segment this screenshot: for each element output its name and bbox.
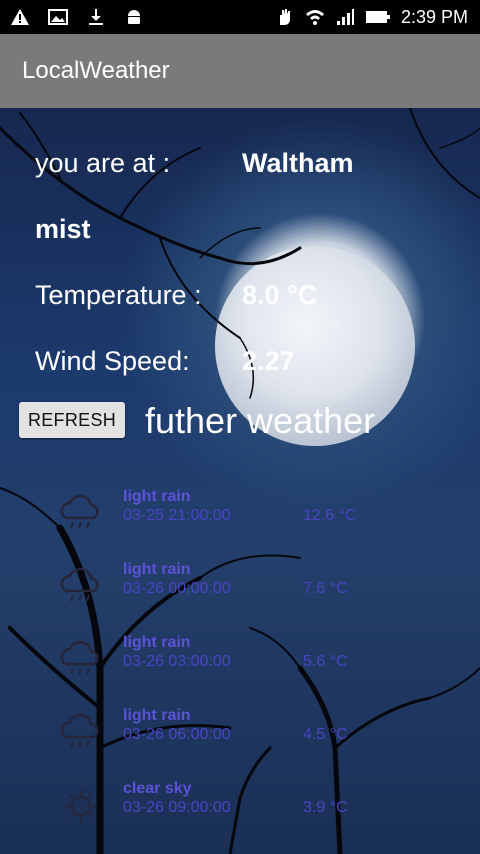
- status-bar: 2:39 PM: [0, 0, 480, 34]
- android-icon: [128, 10, 140, 24]
- location-value: Waltham: [242, 148, 354, 178]
- temperature-label: Temperature :: [35, 280, 202, 310]
- cloud-rain-icon: [60, 640, 99, 675]
- signal-icon: [336, 9, 354, 25]
- wind-speed-value: 2.27: [242, 346, 295, 376]
- temperature-value: 8.0 °C: [242, 280, 318, 310]
- forecast-time: 03-26 03:00:00: [123, 653, 231, 670]
- hand-icon: [279, 9, 290, 25]
- forecast-time: 03-26 09:00:00: [123, 799, 231, 816]
- forecast-time: 03-26 00:00:00: [123, 580, 231, 597]
- forecast-temperature: 12.6 °C: [303, 507, 357, 524]
- forecast-description: light rain: [123, 634, 191, 651]
- further-weather-label: futher weather: [145, 400, 376, 441]
- location-label: you are at :: [35, 148, 171, 178]
- status-time: 2:39 PM: [400, 6, 468, 27]
- forecast-description: light rain: [123, 488, 191, 505]
- forecast-item[interactable]: light rain 03-26 00:00:00 7.6 °C: [0, 561, 480, 631]
- battery-icon: [365, 11, 390, 23]
- weather-content: you are at : Waltham mist Temperature : …: [0, 108, 480, 854]
- forecast-temperature: 7.6 °C: [303, 580, 348, 597]
- weather-condition: mist: [35, 214, 91, 244]
- cloud-rain-icon: [60, 567, 99, 602]
- wifi-icon: [305, 10, 324, 25]
- warning-icon: [11, 9, 29, 25]
- wind-speed-label: Wind Speed:: [35, 346, 190, 376]
- refresh-button[interactable]: REFRESH: [19, 402, 125, 438]
- forecast-temperature: 4.5 °C: [303, 726, 348, 743]
- forecast-description: light rain: [123, 561, 191, 578]
- app-title: LocalWeather: [22, 57, 170, 84]
- forecast-temperature: 3.9 °C: [303, 799, 348, 816]
- app-bar: LocalWeather: [0, 34, 480, 108]
- forecast-item[interactable]: light rain 03-26 03:00:00 5.6 °C: [0, 634, 480, 704]
- sun-icon: [65, 790, 97, 822]
- download-icon: [89, 9, 103, 25]
- forecast-time: 03-25 21:00:00: [123, 507, 231, 524]
- forecast-description: clear sky: [123, 780, 192, 797]
- cloud-rain-icon: [60, 713, 99, 748]
- forecast-item[interactable]: light rain 03-26 06:00:00 4.5 °C: [0, 707, 480, 777]
- forecast-description: light rain: [123, 707, 191, 724]
- cloud-rain-icon: [60, 494, 99, 529]
- forecast-temperature: 5.6 °C: [303, 653, 348, 670]
- forecast-item[interactable]: clear sky 03-26 09:00:00 3.9 °C: [0, 780, 480, 850]
- forecast-time: 03-26 06:00:00: [123, 726, 231, 743]
- image-icon: [48, 9, 68, 25]
- forecast-item[interactable]: light rain 03-25 21:00:00 12.6 °C: [0, 488, 480, 558]
